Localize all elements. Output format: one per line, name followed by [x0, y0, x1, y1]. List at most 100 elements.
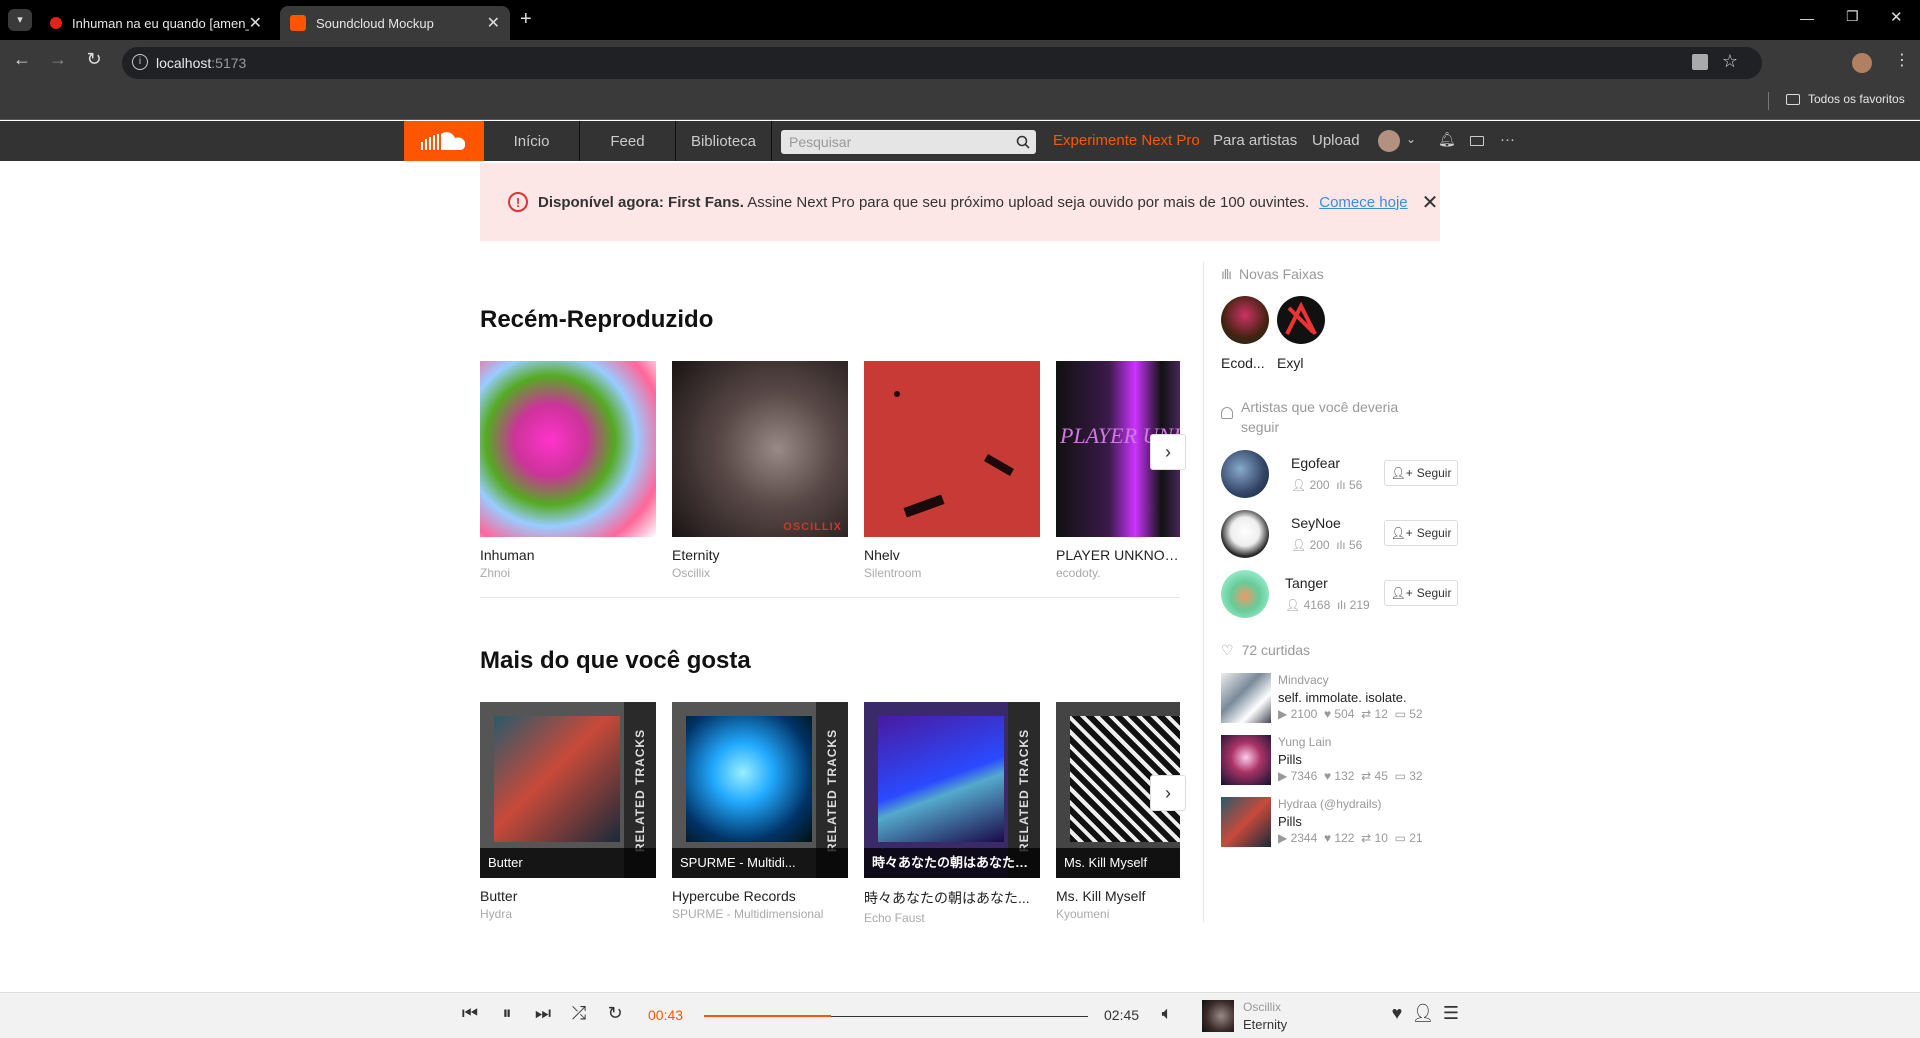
- track-title[interactable]: Inhuman: [480, 547, 656, 563]
- search-icon[interactable]: [1016, 135, 1030, 149]
- liked-track-artist[interactable]: Mindvacy: [1278, 673, 1329, 687]
- browser-menu-icon[interactable]: ⋮: [1894, 50, 1910, 70]
- upload-link[interactable]: Upload: [1312, 121, 1360, 161]
- close-tab-icon[interactable]: ✕: [487, 13, 500, 33]
- shuffle-icon[interactable]: ⤮: [566, 1003, 592, 1024]
- liked-track-title[interactable]: Pills: [1278, 752, 1302, 767]
- close-tab-icon[interactable]: ✕: [249, 13, 262, 33]
- playlist-cover[interactable]: RELATED TRACKS 時々あなたの朝はあなたが望む: [864, 702, 1040, 878]
- now-playing-title[interactable]: Eternity: [1243, 1017, 1287, 1032]
- profile-avatar[interactable]: [1852, 53, 1872, 73]
- liked-track-artist[interactable]: Hydraa (@hydrails): [1278, 797, 1382, 811]
- related-card[interactable]: Ms. Kill Myself Ms. Kill Myself Kyoumeni: [1056, 702, 1180, 921]
- more-options-icon[interactable]: ···: [1500, 131, 1515, 148]
- repeat-icon[interactable]: ↻: [602, 1003, 628, 1024]
- all-bookmarks[interactable]: Todos os favoritos: [1786, 92, 1905, 106]
- banner-cta-link[interactable]: Comece hoje: [1319, 194, 1407, 211]
- track-artist[interactable]: Oscillix: [672, 566, 848, 580]
- recent-track-card[interactable]: PLAYER UNKNO PLAYER UNKNOWN ecodoty.: [1056, 361, 1180, 580]
- address-bar[interactable]: i localhost:5173 ☆: [122, 47, 1762, 79]
- playlist-artist[interactable]: Hydra: [480, 907, 656, 921]
- now-playing-artist[interactable]: Oscillix: [1243, 1000, 1281, 1014]
- now-playing-cover[interactable]: [1202, 1000, 1234, 1032]
- minimize-icon[interactable]: —: [1800, 10, 1814, 26]
- related-card[interactable]: RELATED TRACKS SPURME - Multidi... Hyper…: [672, 702, 848, 921]
- recent-track-card[interactable]: Nhelv Silentroom: [864, 361, 1040, 580]
- messages-icon[interactable]: [1470, 136, 1484, 146]
- tab-soundcloud-mockup[interactable]: Soundcloud Mockup ✕: [280, 6, 510, 40]
- playlist-artist[interactable]: Echo Faust: [864, 911, 1040, 925]
- recent-track-card[interactable]: OSCILLIX Eternity Oscillix: [672, 361, 848, 580]
- new-track-name[interactable]: Ecod...: [1221, 355, 1265, 371]
- user-avatar[interactable]: [1378, 130, 1400, 152]
- nav-biblioteca[interactable]: Biblioteca: [676, 121, 772, 161]
- track-artist[interactable]: Zhnoi: [480, 566, 656, 580]
- liked-track-thumb[interactable]: [1221, 673, 1271, 723]
- artist-name[interactable]: Tanger: [1285, 575, 1328, 591]
- track-artist[interactable]: Silentroom: [864, 566, 1040, 580]
- translate-icon[interactable]: [1692, 54, 1708, 70]
- liked-track-artist[interactable]: Yung Lain: [1278, 735, 1331, 749]
- notifications-icon[interactable]: 🔔︎: [1438, 131, 1456, 148]
- carousel-next-button[interactable]: ›: [1150, 434, 1186, 470]
- search-input[interactable]: Pesquisar: [781, 130, 1036, 154]
- liked-track-thumb[interactable]: [1221, 797, 1271, 847]
- playlist-title[interactable]: Ms. Kill Myself: [1056, 888, 1180, 904]
- new-track-name[interactable]: Exyl: [1277, 355, 1303, 371]
- track-artist[interactable]: ecodoty.: [1056, 566, 1180, 580]
- artist-avatar[interactable]: [1221, 450, 1269, 498]
- tab-inhuman[interactable]: Inhuman na eu quando [amen_ ✕: [40, 6, 272, 40]
- progress-track[interactable]: [704, 1015, 1088, 1017]
- close-banner-icon[interactable]: ✕: [1422, 190, 1439, 215]
- new-tab-button[interactable]: +: [520, 8, 532, 31]
- liked-track-title[interactable]: Pills: [1278, 814, 1302, 829]
- queue-icon[interactable]: ☰: [1438, 1003, 1464, 1024]
- recent-track-card[interactable]: Inhuman Zhnoi: [480, 361, 656, 580]
- artist-avatar[interactable]: [1221, 570, 1269, 618]
- previous-track-icon[interactable]: ⏮︎: [457, 1003, 483, 1024]
- playlist-title[interactable]: Butter: [480, 888, 656, 904]
- track-cover[interactable]: [864, 361, 1040, 537]
- artist-name[interactable]: Egofear: [1291, 455, 1340, 471]
- back-icon[interactable]: ←: [8, 49, 36, 70]
- pause-icon[interactable]: ⏸︎: [494, 1003, 520, 1024]
- chevron-down-icon[interactable]: ⌄: [1406, 132, 1416, 146]
- artist-name[interactable]: SeyNoe: [1291, 515, 1341, 531]
- track-title[interactable]: Nhelv: [864, 547, 1040, 563]
- for-artists-link[interactable]: Para artistas: [1213, 121, 1297, 161]
- reload-icon[interactable]: ↻: [80, 49, 108, 70]
- carousel-next-button[interactable]: ›: [1150, 775, 1186, 811]
- tab-search-button[interactable]: ▾: [8, 9, 32, 31]
- playlist-artist[interactable]: Kyoumeni: [1056, 907, 1180, 921]
- new-track-avatar[interactable]: [1277, 296, 1325, 344]
- playlist-title[interactable]: 時々あなたの朝はあなた...: [864, 888, 1040, 908]
- volume-icon[interactable]: 🔈︎: [1154, 1003, 1180, 1024]
- track-cover[interactable]: [480, 361, 656, 537]
- nav-inicio[interactable]: Início: [484, 121, 580, 161]
- follow-button[interactable]: 👤︎+ Seguir: [1384, 580, 1458, 606]
- like-heart-icon[interactable]: ♥: [1384, 1003, 1410, 1024]
- site-info-icon[interactable]: i: [132, 54, 148, 70]
- liked-track-title[interactable]: self. immolate. isolate.: [1278, 690, 1407, 705]
- track-cover[interactable]: OSCILLIX: [672, 361, 848, 537]
- track-title[interactable]: Eternity: [672, 547, 848, 563]
- close-window-icon[interactable]: ✕: [1890, 8, 1903, 26]
- nav-feed[interactable]: Feed: [580, 121, 676, 161]
- soundcloud-logo-icon[interactable]: [404, 121, 484, 161]
- playlist-cover[interactable]: RELATED TRACKS SPURME - Multidi...: [672, 702, 848, 878]
- follow-button[interactable]: 👤︎+ Seguir: [1384, 460, 1458, 486]
- liked-track-thumb[interactable]: [1221, 735, 1271, 785]
- playlist-artist[interactable]: SPURME - Multidimensional: [672, 907, 848, 921]
- playlist-cover[interactable]: RELATED TRACKS Butter: [480, 702, 656, 878]
- forward-icon[interactable]: →: [44, 49, 72, 70]
- playlist-title[interactable]: Hypercube Records: [672, 888, 848, 904]
- restore-icon[interactable]: ❐: [1846, 8, 1859, 25]
- likes-title[interactable]: 72 curtidas: [1242, 642, 1310, 658]
- next-pro-link[interactable]: Experimente Next Pro: [1053, 121, 1200, 161]
- follow-artist-icon[interactable]: 👤︎: [1410, 1003, 1436, 1024]
- track-title[interactable]: PLAYER UNKNOWN: [1056, 547, 1180, 563]
- related-card[interactable]: RELATED TRACKS 時々あなたの朝はあなたが望む 時々あなたの朝はあな…: [864, 702, 1040, 925]
- related-card[interactable]: RELATED TRACKS Butter Butter Hydra: [480, 702, 656, 921]
- bookmark-star-icon[interactable]: ☆: [1722, 51, 1738, 72]
- follow-button[interactable]: 👤︎+ Seguir: [1384, 520, 1458, 546]
